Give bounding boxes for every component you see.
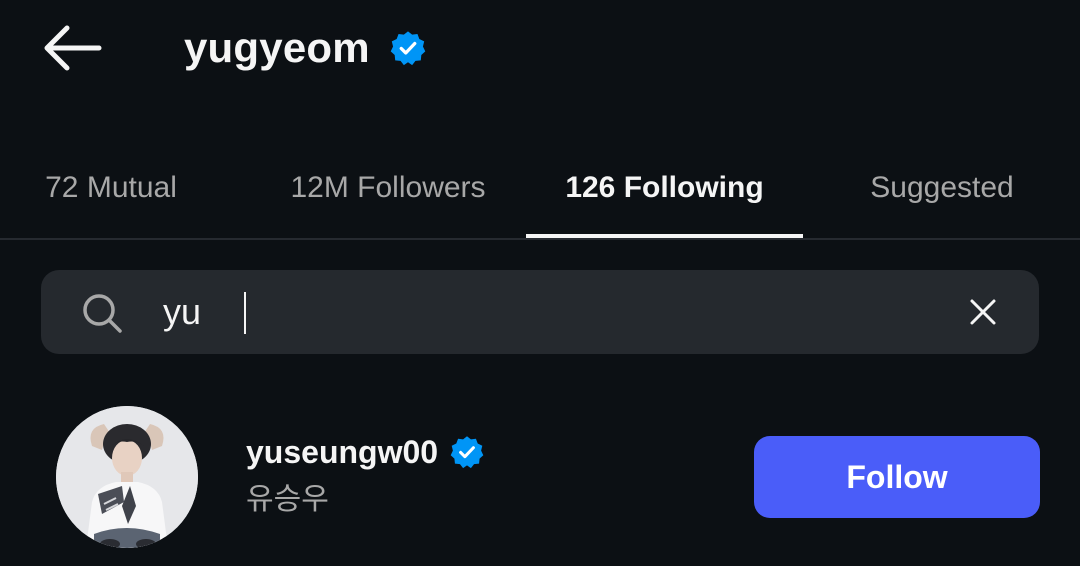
relationship-tabs: 72 Mutual 12M Followers 126 Following Su…	[0, 138, 1080, 240]
verified-badge-icon	[450, 435, 484, 469]
page-title: yugyeom	[184, 24, 370, 71]
close-icon	[970, 299, 996, 325]
tabs-divider	[0, 238, 1080, 240]
profile-photo	[56, 406, 198, 548]
tab-mutual[interactable]: 72 Mutual	[0, 138, 222, 238]
arrow-left-icon	[44, 25, 102, 71]
clear-search-button[interactable]	[963, 292, 1003, 332]
profile-title: yugyeom	[184, 22, 426, 74]
username[interactable]: yuseungw00	[246, 434, 438, 471]
tab-following[interactable]: 126 Following	[526, 138, 803, 238]
verified-badge-icon	[390, 30, 426, 66]
username-line: yuseungw00	[246, 430, 484, 474]
full-name: 유승우	[246, 482, 329, 517]
back-button[interactable]	[36, 22, 108, 74]
top-bar: yugyeom	[0, 0, 1080, 100]
text-cursor	[244, 292, 246, 334]
search-input[interactable]	[163, 290, 923, 334]
search-icon	[83, 294, 122, 333]
tab-suggested[interactable]: Suggested	[820, 138, 1064, 238]
follow-button[interactable]: Follow	[754, 436, 1040, 518]
search-bar	[41, 270, 1039, 354]
list-item[interactable]: yuseungw00 유승우 Follow	[0, 392, 1080, 562]
following-screen: yugyeom 72 Mutual 12M Followers 126 Foll…	[0, 0, 1080, 566]
tab-followers[interactable]: 12M Followers	[252, 138, 524, 238]
avatar[interactable]	[56, 406, 198, 548]
